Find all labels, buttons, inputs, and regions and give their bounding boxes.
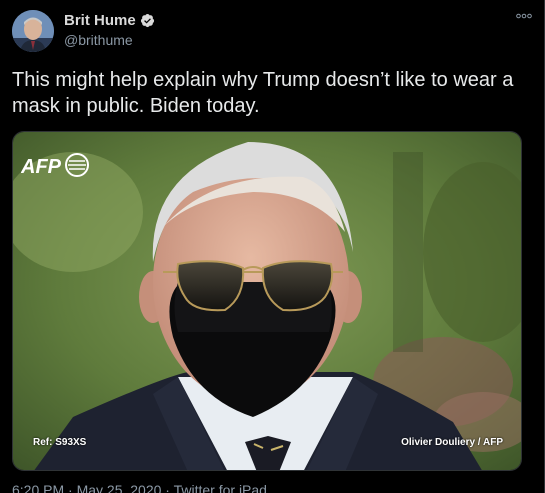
author-names: Brit Hume @brithume <box>64 12 155 48</box>
tweet-header: Brit Hume @brithume <box>12 10 532 56</box>
tweet-meta[interactable]: 6:20 PM · May 25, 2020 · Twitter for iPa… <box>12 482 267 493</box>
handle[interactable]: @brithume <box>64 32 155 48</box>
photo-credit: Olivier Douliery / AFP <box>401 437 503 448</box>
display-name[interactable]: Brit Hume <box>64 12 136 29</box>
more-options-icon[interactable] <box>516 6 532 22</box>
verified-badge-icon <box>140 13 155 28</box>
photo-ref: Ref: S93XS <box>33 437 87 448</box>
tweet-photo[interactable]: AFP Ref: S93XS Olivier Douliery / AFP <box>12 131 522 471</box>
photo-image <box>13 132 521 470</box>
avatar[interactable] <box>12 10 54 52</box>
tweet-card: Brit Hume @brithume This might help expl… <box>0 0 545 493</box>
tweet-text: This might help explain why Trump doesn’… <box>12 69 514 117</box>
afp-logo-text: AFP <box>21 156 62 178</box>
name-row: Brit Hume <box>64 12 155 29</box>
afp-logo-icon: AFP <box>21 152 91 180</box>
